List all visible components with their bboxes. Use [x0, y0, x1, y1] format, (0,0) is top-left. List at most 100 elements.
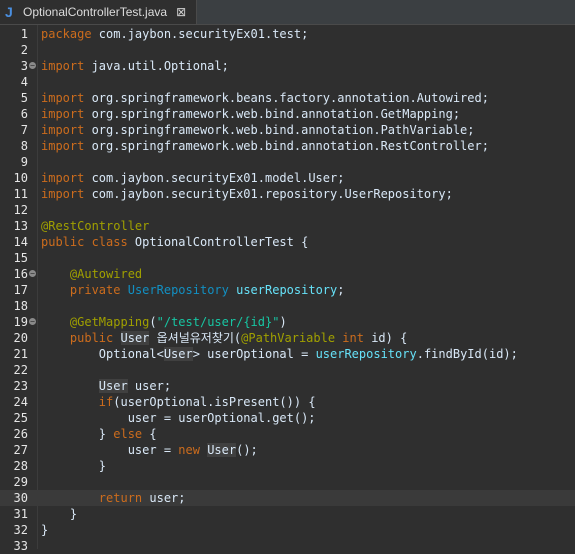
code-text: @GetMapping("/test/user/{id}") [41, 314, 287, 330]
code-token: import [41, 171, 85, 185]
code-token: private [69, 283, 121, 297]
code-line-31[interactable]: 31 } [0, 506, 575, 522]
fold-toggle-icon[interactable]: − [29, 318, 36, 326]
code-token: } [41, 459, 107, 473]
code-line-12[interactable]: 12 [0, 202, 575, 218]
code-token: import [41, 123, 85, 137]
line-number: 31 [13, 507, 28, 521]
close-icon[interactable]: ⊠ [176, 5, 186, 19]
code-token: @GetMapping [69, 315, 150, 329]
code-token: import [41, 187, 85, 201]
line-number: 33 [13, 539, 28, 553]
code-text: public class OptionalControllerTest { [41, 234, 308, 250]
code-line-2[interactable]: 2 [0, 42, 575, 58]
line-number: 26 [13, 427, 28, 441]
code-line-4[interactable]: 4 [0, 74, 575, 90]
code-text: user = new User(); [41, 442, 258, 458]
code-line-14[interactable]: 14 public class OptionalControllerTest { [0, 234, 575, 250]
tab-optional-controller-test[interactable]: J OptionalControllerTest.java ⊠ [0, 0, 197, 24]
code-token: new [178, 443, 200, 457]
code-line-21[interactable]: 21 Optional<User> userOptional = userRep… [0, 346, 575, 362]
code-line-15[interactable]: 15 [0, 250, 575, 266]
code-token: user = [41, 443, 179, 457]
java-file-icon: J [5, 4, 13, 20]
line-number: 30 [13, 491, 28, 505]
code-token: userRepository [236, 283, 338, 297]
code-line-28[interactable]: 28 } [0, 458, 575, 474]
line-number: 4 [20, 75, 28, 89]
code-token: Optional< [41, 347, 164, 361]
code-line-23[interactable]: 23 User user; [0, 378, 575, 394]
code-token: import [41, 59, 85, 73]
code-text: package com.jaybon.securityEx01.test; [41, 26, 308, 42]
code-token: } [41, 507, 78, 521]
code-text: import java.util.Optional; [41, 58, 229, 74]
code-line-22[interactable]: 22 [0, 362, 575, 378]
line-number: 9 [20, 155, 28, 169]
code-line-27[interactable]: 27 user = new User(); [0, 442, 575, 458]
line-number: 7 [20, 123, 28, 137]
code-token: org.springframework.beans.factory.annota… [84, 91, 489, 105]
code-token: return [98, 491, 143, 505]
code-line-20[interactable]: 20 public User 옵셔널유저찾기(@PathVariable int… [0, 330, 575, 346]
code-line-25[interactable]: 25 user = userOptional.get(); [0, 410, 575, 426]
code-line-13[interactable]: 13 @RestController [0, 218, 575, 234]
code-line-7[interactable]: 7 import org.springframework.web.bind.ann… [0, 122, 575, 138]
code-token: package [41, 27, 92, 41]
line-number: 21 [13, 347, 28, 361]
line-number: 16 [13, 267, 28, 281]
code-line-24[interactable]: 24 if(userOptional.isPresent()) { [0, 394, 575, 410]
code-token: user = userOptional.get(); [41, 411, 316, 425]
code-text: import org.springframework.web.bind.anno… [41, 122, 475, 138]
code-line-9[interactable]: 9 [0, 154, 575, 170]
code-token: @Autowired [69, 267, 143, 281]
code-token: com.jaybon.securityEx01.model.User; [84, 171, 345, 185]
line-number: 11 [13, 187, 28, 201]
code-line-19[interactable]: 19− @GetMapping("/test/user/{id}") [0, 314, 575, 330]
code-token: UserRepository [127, 283, 229, 297]
code-token: (); [236, 443, 258, 457]
code-line-10[interactable]: 10 import com.jaybon.securityEx01.model.U… [0, 170, 575, 186]
code-line-8[interactable]: 8 import org.springframework.web.bind.ann… [0, 138, 575, 154]
code-token: "/test/user/{id}" [156, 315, 280, 329]
fold-toggle-icon[interactable]: − [29, 62, 36, 70]
line-number: 12 [13, 203, 28, 217]
line-number: 8 [20, 139, 28, 153]
code-text: import org.springframework.web.bind.anno… [41, 138, 489, 154]
code-line-3[interactable]: 3− import java.util.Optional; [0, 58, 575, 74]
code-token: } [41, 427, 114, 441]
code-token: userRepository [315, 347, 417, 361]
code-line-29[interactable]: 29 [0, 474, 575, 490]
code-line-32[interactable]: 32} [0, 522, 575, 538]
code-token: import [41, 107, 85, 121]
code-line-16[interactable]: 16− @Autowired [0, 266, 575, 282]
fold-toggle-icon[interactable]: − [29, 270, 36, 278]
code-line-11[interactable]: 11 import com.jaybon.securityEx01.reposit… [0, 186, 575, 202]
code-editor[interactable]: 1 package com.jaybon.securityEx01.test; 2 3… [0, 25, 575, 553]
line-number: 10 [13, 171, 28, 185]
line-number: 25 [13, 411, 28, 425]
line-number: 6 [20, 107, 28, 121]
line-number: 29 [13, 475, 28, 489]
code-line-17[interactable]: 17 private UserRepository userRepository… [0, 282, 575, 298]
code-line-6[interactable]: 6 import org.springframework.web.bind.ann… [0, 106, 575, 122]
code-line-1[interactable]: 1 package com.jaybon.securityEx01.test; [0, 26, 575, 42]
code-line-18[interactable]: 18 [0, 298, 575, 314]
code-line-33[interactable]: 33 [0, 538, 575, 554]
code-line-26[interactable]: 26 } else { [0, 426, 575, 442]
code-token: import [41, 139, 85, 153]
code-line-5[interactable]: 5 import org.springframework.beans.factor… [0, 90, 575, 106]
line-number: 17 [13, 283, 28, 297]
code-line-30[interactable]: 30 return user; [0, 490, 575, 506]
line-number: 1 [20, 27, 28, 41]
tab-title: OptionalControllerTest.java [23, 5, 168, 19]
code-text: public User 옵셔널유저찾기(@PathVariable int id… [41, 330, 407, 346]
editor-tab-bar: J OptionalControllerTest.java ⊠ [0, 0, 575, 25]
code-token: } [41, 523, 49, 537]
line-number: 27 [13, 443, 28, 457]
